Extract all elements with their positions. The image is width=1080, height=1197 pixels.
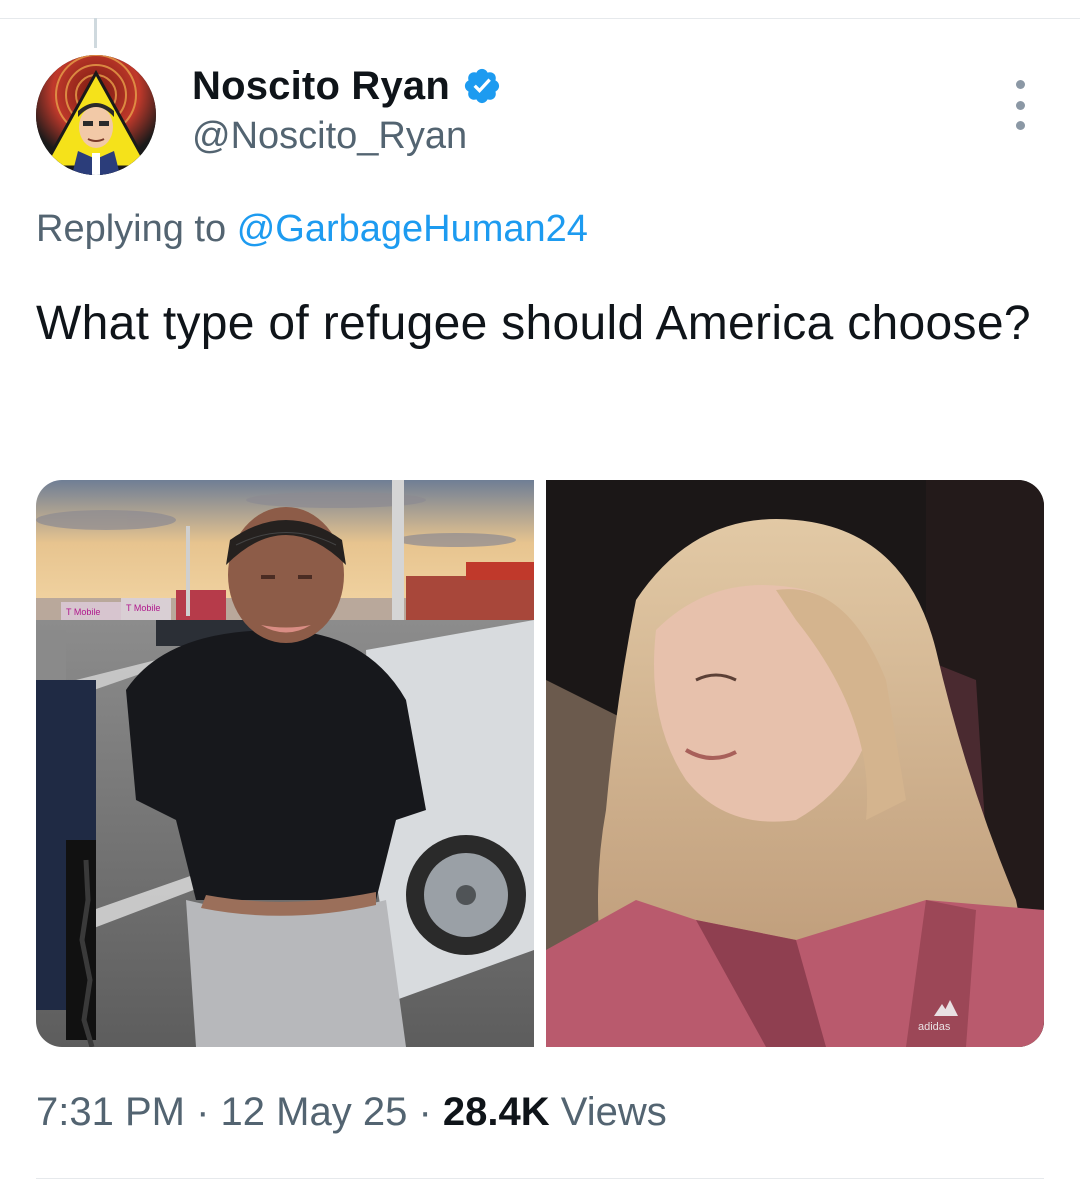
more-options-button[interactable] (1000, 80, 1040, 130)
top-divider (0, 18, 1080, 19)
meta-separator: · (418, 1090, 432, 1134)
adidas-logo-text: adidas (918, 1021, 951, 1033)
author-display-name[interactable]: Noscito Ryan (192, 64, 450, 109)
tweet-date[interactable]: 12 May 25 (221, 1090, 408, 1134)
meta-separator: · (196, 1090, 210, 1134)
shop-sign-1: T Mobile (66, 607, 100, 617)
media-photo-1[interactable]: T Mobile T Mobile (36, 480, 534, 1047)
avatar[interactable] (36, 55, 156, 175)
reply-mention-link[interactable]: @GarbageHuman24 (237, 208, 588, 250)
views-count[interactable]: 28.4K (443, 1090, 550, 1134)
author-handle[interactable]: @Noscito_Ryan (192, 115, 467, 158)
author-name-row[interactable]: Noscito Ryan (192, 60, 502, 112)
replying-to-label: Replying to (36, 208, 227, 250)
views-label: Views (560, 1090, 667, 1134)
tweet-text: What type of refugee should America choo… (36, 297, 1031, 350)
more-dots-icon (1015, 121, 1025, 130)
thread-connector-line (94, 18, 97, 48)
more-dots-icon (1015, 80, 1025, 89)
tweet-media-grid: T Mobile T Mobile adidas (36, 480, 1044, 1047)
bottom-divider (36, 1178, 1044, 1179)
shop-sign-2: T Mobile (126, 603, 160, 613)
media-photo-2[interactable]: adidas (546, 480, 1044, 1047)
more-dots-icon (1015, 100, 1025, 110)
tweet-time[interactable]: 7:31 PM (36, 1090, 185, 1134)
verified-badge-icon[interactable] (462, 66, 502, 106)
replying-to-line: Replying to @GarbageHuman24 (36, 208, 588, 251)
tweet-meta-row: 7:31 PM · 12 May 25 · 28.4K Views (36, 1090, 667, 1135)
